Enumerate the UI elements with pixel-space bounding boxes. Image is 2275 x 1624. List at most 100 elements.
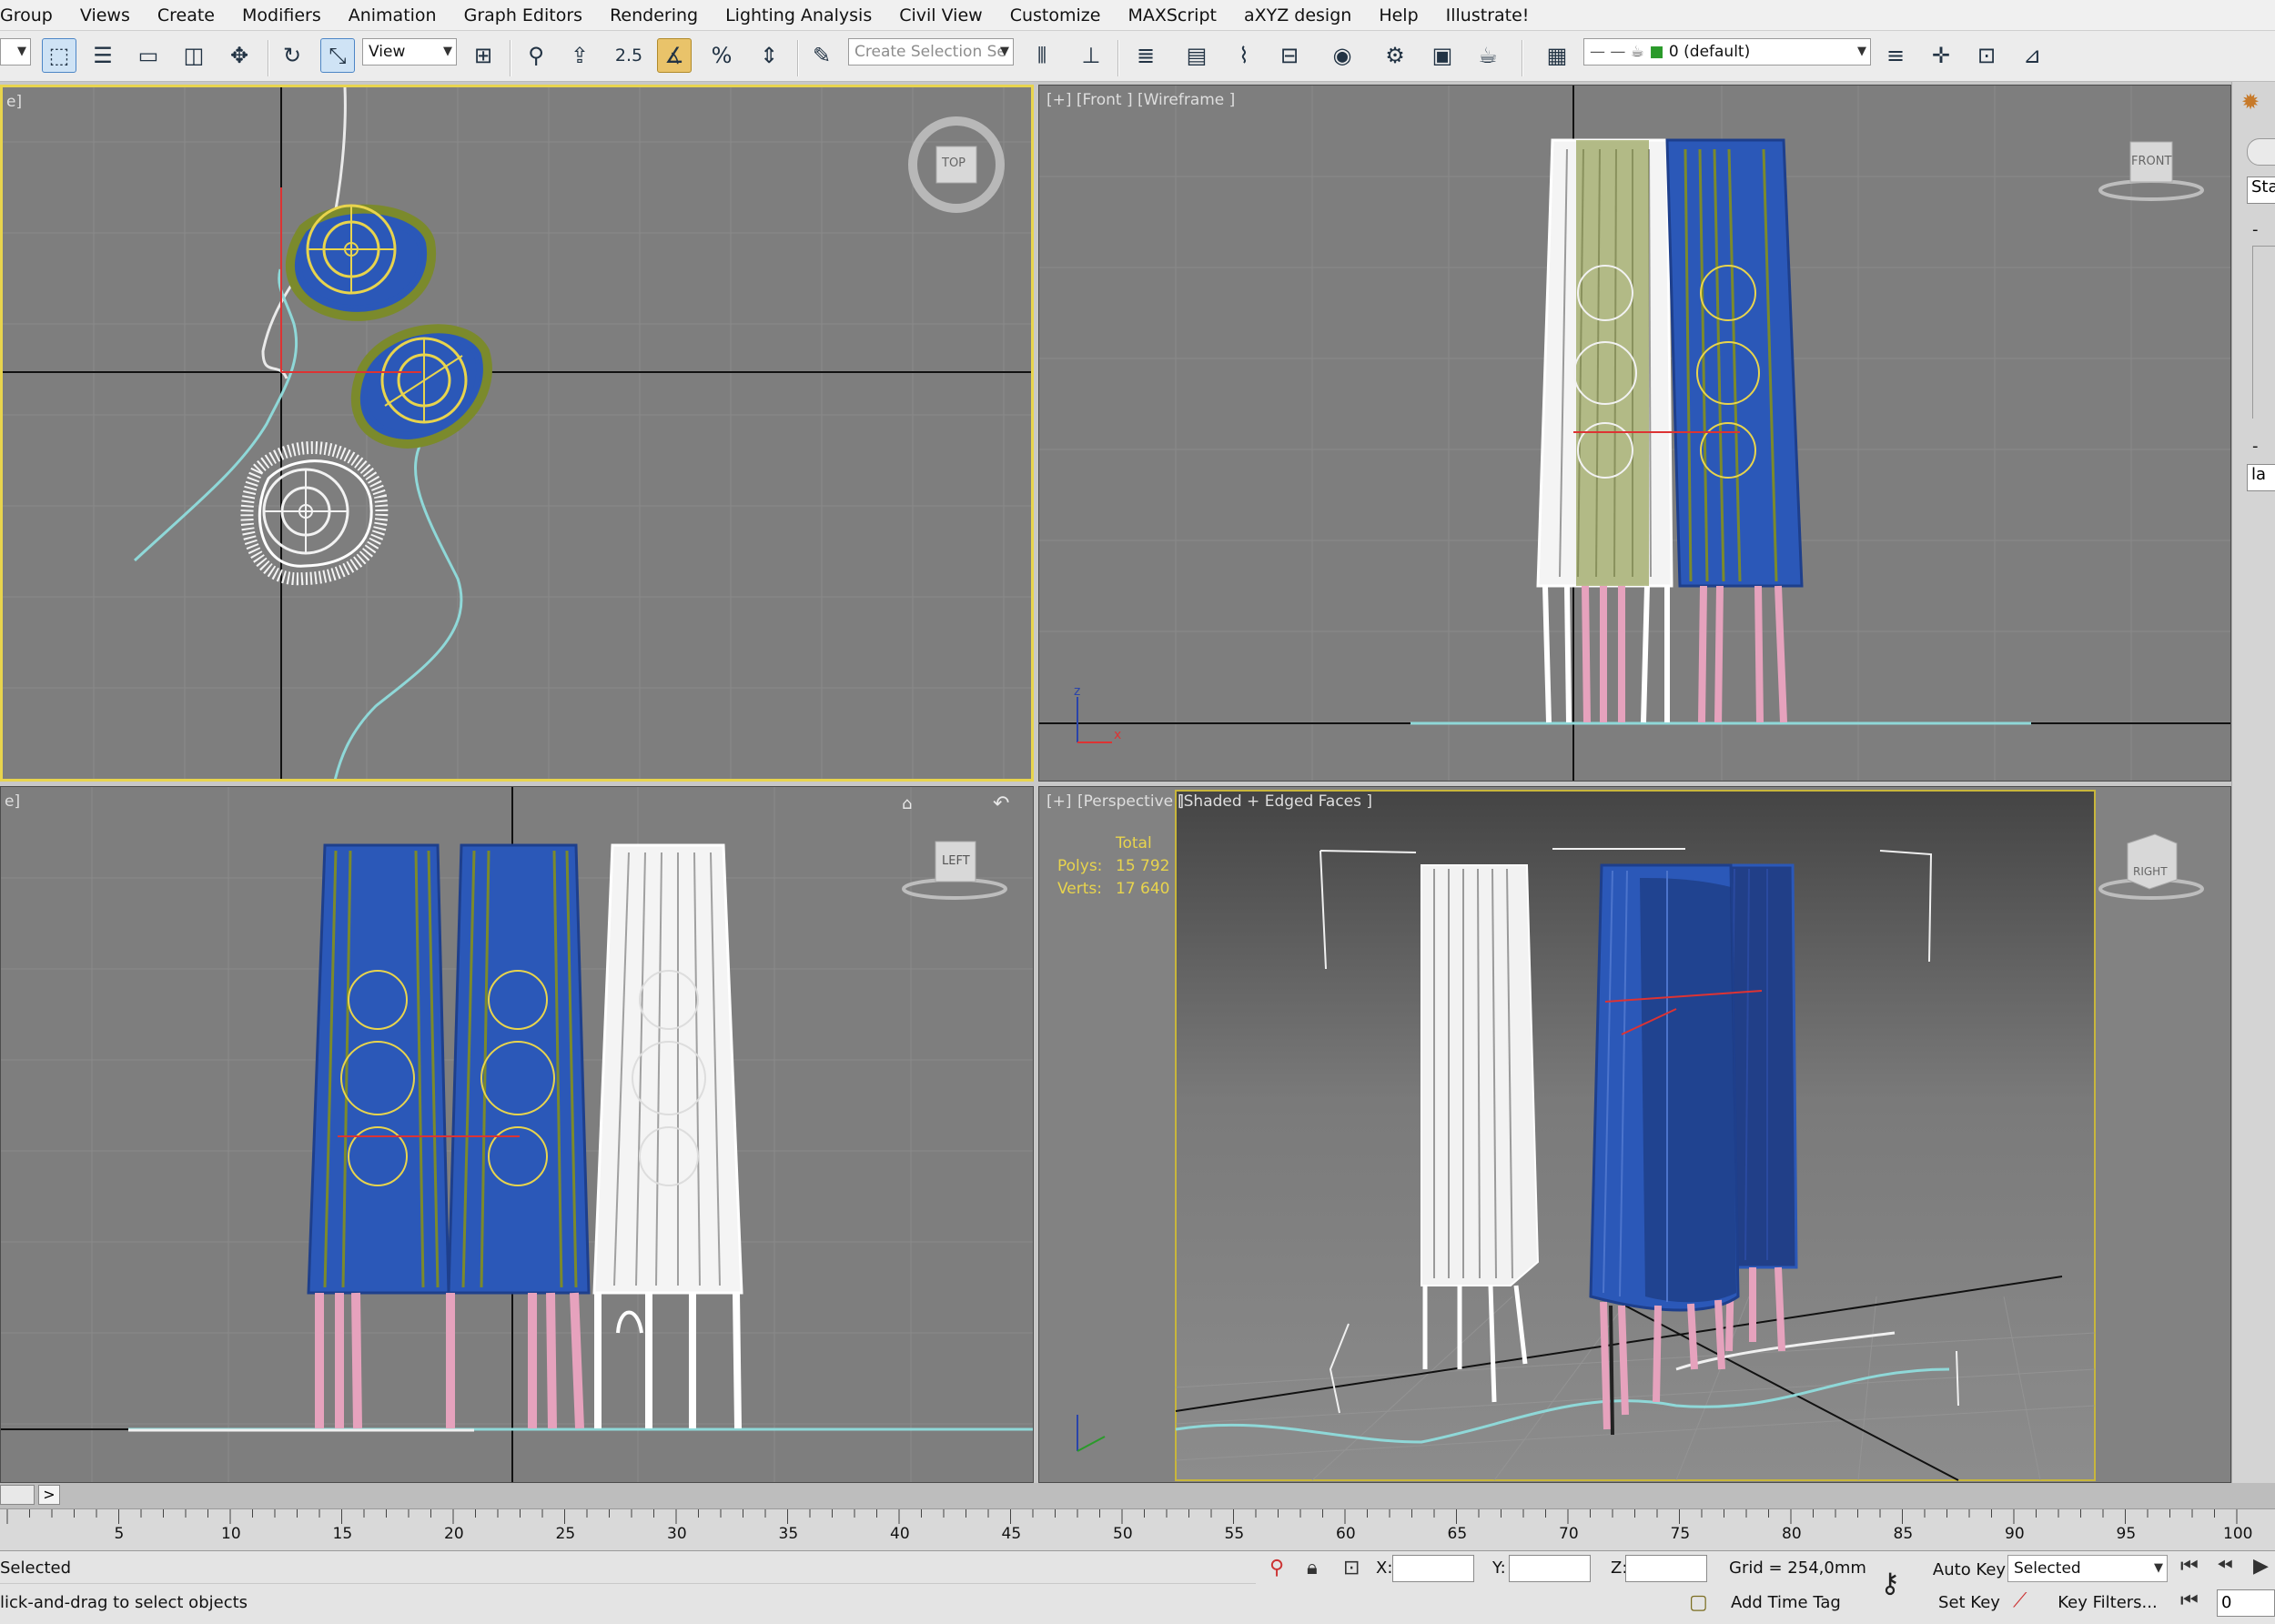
rendered-frame-window-icon[interactable]: ▣ [1425, 38, 1460, 73]
perspective-shading-label[interactable]: [Shaded + Edged Faces ] [1178, 792, 1372, 811]
add-time-tag-button[interactable]: Add Time Tag [1731, 1593, 1841, 1612]
absolute-mode-icon[interactable]: ⊡ [1343, 1557, 1360, 1579]
mirror-icon[interactable]: ⫴ [1025, 38, 1059, 73]
current-frame-field[interactable]: 0 [2217, 1589, 2275, 1617]
auto-key-button[interactable]: Auto Key [1933, 1555, 2006, 1584]
navcube-top-label[interactable]: TOP [942, 156, 966, 170]
create-geometry-button[interactable] [2247, 138, 2275, 166]
layer-properties-icon[interactable]: ≡ [1878, 38, 1913, 73]
object-type-field[interactable]: Sta [2247, 177, 2275, 204]
rollout-frame [2252, 246, 2275, 419]
isolate-icon[interactable]: ⚲ [1269, 1557, 1284, 1579]
layer-manager-icon[interactable]: ▦ [1540, 38, 1574, 73]
stats-polys-value: 15 792 [1116, 857, 1170, 875]
orbit-icon[interactable]: ↶ [993, 792, 1009, 815]
left-viewport-label[interactable]: e] [5, 792, 20, 811]
menu-item-maxscript[interactable]: MAXScript [1114, 5, 1230, 25]
menu-item-illustrate[interactable]: Illustrate! [1432, 5, 1543, 25]
key-mode-dropdown[interactable]: Selected ▼ [2007, 1555, 2168, 1582]
play-icon[interactable]: ▶ [2253, 1555, 2269, 1578]
menu-item-rendering[interactable]: Rendering [596, 5, 712, 25]
top-viewport-label[interactable]: e] [6, 93, 22, 111]
axis-tripod-front [1077, 697, 1112, 743]
time-slider[interactable]: > [0, 1483, 2275, 1508]
menu-item-animation[interactable]: Animation [335, 5, 450, 25]
viewport-left[interactable]: e] LEFT ⌂ ↶ [0, 786, 1034, 1483]
selection-filter-dropdown[interactable]: ▼ [0, 38, 31, 66]
z-coordinate-field[interactable] [1625, 1555, 1707, 1582]
time-tag-icon[interactable]: ▢ [1689, 1591, 1708, 1614]
navcube-left-label[interactable]: LEFT [942, 854, 970, 868]
menu-item-graph-editors[interactable]: Graph Editors [450, 5, 596, 25]
lock-selection-icon[interactable]: 🔒︎ [1307, 1557, 1318, 1579]
key-mode-icon[interactable]: ⚷ [1880, 1568, 1900, 1599]
menu-item-civil-view[interactable]: Civil View [885, 5, 996, 25]
select-and-move-icon[interactable]: ✥ [222, 38, 257, 73]
stats-verts-label: Verts: [1057, 880, 1103, 898]
reference-coordinate-dropdown[interactable]: View ▼ [362, 38, 457, 66]
menu-item-customize[interactable]: Customize [996, 5, 1115, 25]
viewport-top[interactable]: e] TOP [0, 85, 1034, 782]
navcube-perspective-label[interactable]: RIGHT [2133, 865, 2168, 878]
previous-frame-icon[interactable]: ⏪︎ [2217, 1555, 2233, 1578]
menu-item-create[interactable]: Create [144, 5, 228, 25]
select-and-scale-icon[interactable]: ⤡ [320, 38, 355, 73]
viewport-perspective[interactable]: [+] [Perspective ] [Shaded + Edged Faces… [1038, 786, 2231, 1483]
layer-dropdown[interactable]: — — ☕ ■ 0 (default) ▼ [1583, 38, 1871, 66]
perspective-view-label[interactable]: [Perspective ] [1077, 792, 1184, 811]
home-icon[interactable]: ⌂ [902, 794, 912, 813]
viewport-front[interactable]: [+] [Front ] [Wireframe ] FRONT z x [1038, 85, 2231, 782]
set-key-button[interactable]: Set Key [1933, 1588, 2006, 1617]
spinner-snap-icon[interactable]: ⇕ [752, 38, 786, 73]
front-viewport-label[interactable]: [+] [Front ] [Wireframe ] [1046, 91, 1235, 109]
pivot-center-icon[interactable]: ⊞ [466, 38, 500, 73]
render-setup-icon[interactable]: ⚙ [1378, 38, 1412, 73]
select-and-link-icon[interactable]: ⚲ [519, 38, 553, 73]
angle-snap-icon[interactable]: ∡ [657, 38, 692, 73]
add-to-layer-icon[interactable]: ⊡ [1969, 38, 2004, 73]
percent-snap-icon[interactable]: % [704, 38, 739, 73]
select-and-rotate-icon[interactable]: ↻ [275, 38, 309, 73]
key-tangent-icon[interactable]: ⟋ [2013, 1589, 2027, 1612]
layer-explorer-icon[interactable]: ≣ [1128, 38, 1163, 73]
object-type-value: Sta [2251, 177, 2275, 197]
go-to-start-icon[interactable]: ⏮ [2180, 1555, 2199, 1578]
key-filters-button[interactable]: Key Filters... [2048, 1588, 2168, 1617]
menu-item-axyz-design[interactable]: aXYZ design [1230, 5, 1365, 25]
place-icon[interactable]: ⇪ [562, 38, 597, 73]
menu-item-modifiers[interactable]: Modifiers [228, 5, 335, 25]
select-in-layer-icon[interactable]: ⊿ [2015, 38, 2049, 73]
rollout-collapse-2[interactable]: - [2252, 437, 2259, 456]
snaps-toggle-icon[interactable]: 2.5 [612, 38, 646, 73]
menu-item-help[interactable]: Help [1365, 5, 1431, 25]
menu-item-lighting-analysis[interactable]: Lighting Analysis [712, 5, 885, 25]
curve-editor-icon[interactable]: ⌇ [1227, 38, 1261, 73]
y-coordinate-field[interactable] [1509, 1555, 1591, 1582]
y-label: Y: [1492, 1558, 1506, 1578]
align-icon[interactable]: ⊥ [1074, 38, 1108, 73]
named-selection-sets-dropdown[interactable]: Create Selection Se ▼ [848, 38, 1014, 66]
sun-icon[interactable]: ✹ [2241, 89, 2260, 115]
window-crossing-icon[interactable]: ◫ [177, 38, 211, 73]
select-object-icon[interactable]: ⬚ [42, 38, 76, 73]
menu-item-views[interactable]: Views [66, 5, 144, 25]
key-mode-toggle-icon[interactable]: ⏮ [2180, 1589, 2199, 1612]
create-layer-icon[interactable]: ✛ [1924, 38, 1958, 73]
name-field[interactable]: la [2247, 464, 2275, 491]
time-slider-next[interactable]: > [38, 1485, 60, 1505]
frame-tick-label: 30 [667, 1525, 687, 1543]
x-coordinate-field[interactable] [1392, 1555, 1474, 1582]
rectangular-selection-icon[interactable]: ▭ [131, 38, 166, 73]
perspective-plus-label[interactable]: [+] [1046, 792, 1072, 811]
ribbon-icon[interactable]: ▤ [1179, 38, 1214, 73]
edit-named-selection-icon[interactable]: ✎ [804, 38, 839, 73]
rollout-collapse[interactable]: - [2252, 220, 2259, 239]
select-by-name-icon[interactable]: ☰ [86, 38, 120, 73]
render-production-icon[interactable]: ☕ [1471, 38, 1505, 73]
frame-tick-label: 50 [1113, 1525, 1133, 1543]
schematic-view-icon[interactable]: ⊟ [1272, 38, 1307, 73]
navcube-front-label[interactable]: FRONT [2131, 155, 2171, 168]
material-editor-icon[interactable]: ◉ [1325, 38, 1360, 73]
menu-item-group[interactable]: Group [0, 5, 66, 25]
time-slider-handle[interactable] [0, 1485, 35, 1505]
